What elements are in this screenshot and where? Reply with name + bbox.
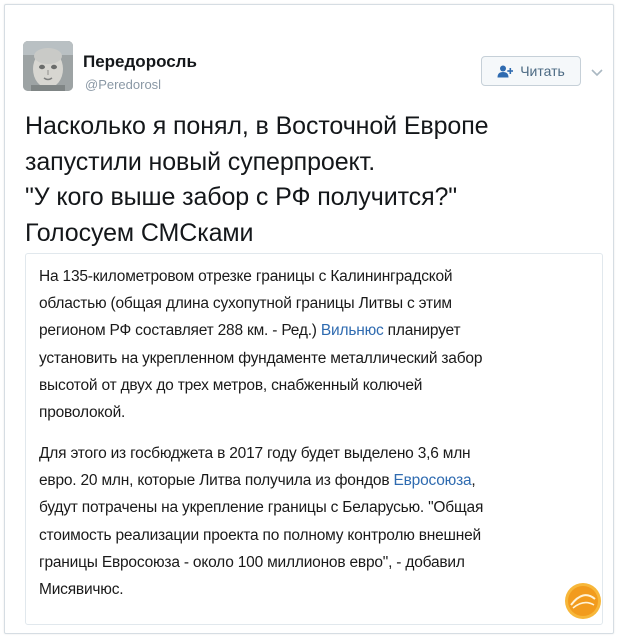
quote-paragraph-1: На 135-километровом отрезке границы с Ка… — [39, 263, 599, 426]
quote-line: регионом РФ составляет 288 км. - Ред.) В… — [39, 317, 599, 344]
follow-button-label: Читать — [520, 63, 565, 79]
quote-text: , — [471, 472, 476, 490]
quote-line: будут потрачены на укрепление границы с … — [39, 499, 484, 517]
vilnius-link[interactable]: Вильнюс — [321, 322, 384, 339]
avatar-photo-icon — [23, 41, 73, 91]
quoted-text-box: На 135-километровом отрезке границы с Ка… — [25, 253, 603, 625]
tweet-line: Голосуем СМСками — [25, 218, 254, 247]
tweet-card: Передоросль @Peredorosl Читать Насколько… — [4, 4, 614, 634]
quote-line: высотой от двух до трех метров, снабженн… — [39, 376, 423, 394]
add-user-icon — [497, 65, 514, 77]
avatar[interactable] — [23, 41, 73, 91]
quote-text: планирует — [383, 322, 461, 340]
site-logo-badge — [563, 581, 603, 621]
quote-line: границы Евросоюза - около 100 миллионов … — [39, 553, 465, 571]
quote-line: областью (общая длина сухопутной границы… — [39, 295, 452, 313]
quote-line: Мисявичюс. — [39, 581, 124, 599]
author-handle[interactable]: @Peredorosl — [85, 77, 161, 92]
site-logo-icon — [565, 583, 601, 619]
quote-line: установить на укрепленном фундаменте мет… — [39, 349, 483, 367]
tweet-line: "У кого выше забор с РФ получится?" — [25, 183, 458, 211]
quote-text: евро. 20 млн, которые Литва получила из … — [39, 472, 394, 490]
quote-paragraph-2: Для этого из госбюджета в 2017 году буде… — [39, 440, 599, 603]
chevron-down-icon — [591, 69, 603, 77]
quote-line: стоимость реализации проекта по полному … — [39, 526, 482, 544]
author-name[interactable]: Передоросль — [83, 52, 197, 72]
tweet-line: запустили новый суперпроект. — [25, 147, 376, 176]
tweet-line: Насколько я понял, в Восточной Европе — [25, 112, 489, 140]
eu-link[interactable]: Евросоюза — [394, 472, 472, 489]
tweet-text: Насколько я понял, в Восточной Европе за… — [25, 109, 605, 251]
quote-line: Для этого из госбюджета в 2017 году буде… — [39, 445, 471, 462]
quote-text: регионом РФ составляет 288 км. - Ред.) — [39, 322, 321, 340]
quote-line: На 135-километровом отрезке границы с Ка… — [39, 268, 453, 285]
quote-line: проволокой. — [39, 404, 126, 422]
quote-line: евро. 20 млн, которые Литва получила из … — [39, 467, 599, 494]
follow-button[interactable]: Читать — [481, 56, 581, 86]
tweet-menu-button[interactable] — [590, 65, 604, 77]
